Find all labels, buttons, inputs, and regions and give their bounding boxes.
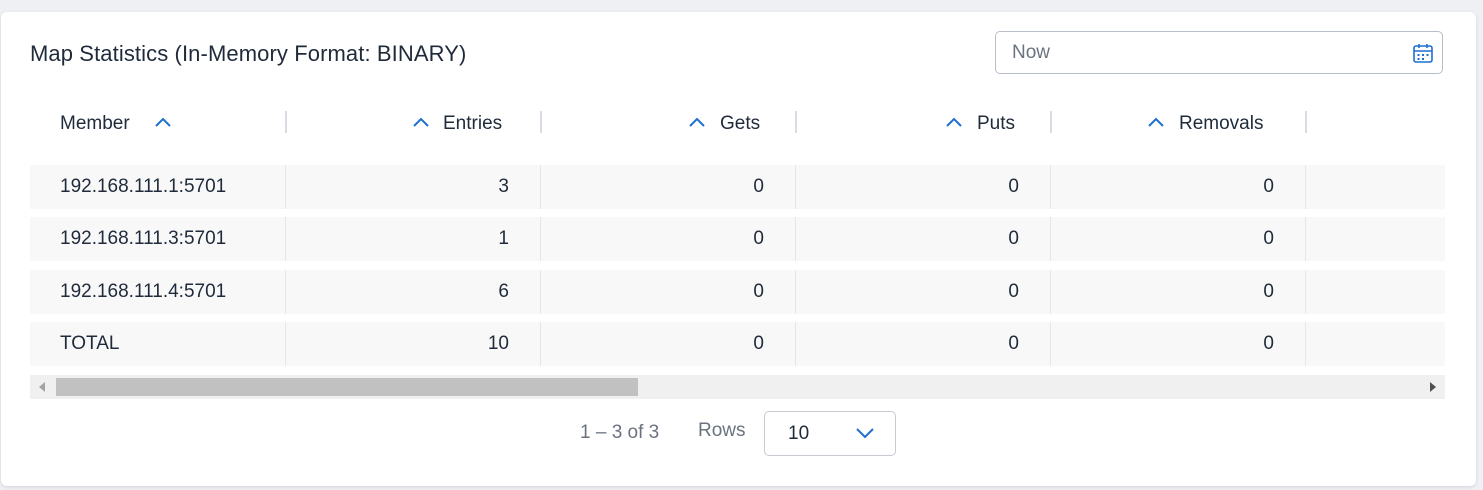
cell-gets: 0 bbox=[753, 228, 764, 249]
table-row: 192.168.111.3:5701 1 0 0 0 bbox=[30, 217, 1445, 261]
chevron-up-icon[interactable] bbox=[688, 115, 706, 129]
table-row: 192.168.111.1:5701 3 0 0 0 bbox=[30, 165, 1445, 209]
cell-removals: 0 bbox=[1263, 333, 1274, 354]
statistics-table: Member Entries Gets Puts Removals 192.16… bbox=[30, 100, 1445, 390]
cell-divider bbox=[1305, 217, 1306, 261]
cell-removals: 0 bbox=[1263, 281, 1274, 302]
cell-member: 192.168.111.3:5701 bbox=[60, 228, 227, 249]
pagination-range: 1 – 3 of 3 bbox=[580, 422, 660, 443]
cell-puts: 0 bbox=[1008, 333, 1019, 354]
cell-puts: 0 bbox=[1008, 281, 1019, 302]
column-header-puts[interactable]: Puts bbox=[795, 100, 1050, 148]
cell-entries: 6 bbox=[498, 281, 509, 302]
cell-divider bbox=[1305, 165, 1306, 209]
scroll-left-arrow-icon[interactable] bbox=[39, 382, 45, 392]
cell-removals: 0 bbox=[1263, 228, 1274, 249]
cell-puts: 0 bbox=[1008, 228, 1019, 249]
column-header-removals[interactable]: Removals bbox=[1050, 100, 1305, 148]
cell-entries: 10 bbox=[487, 333, 509, 354]
column-label-puts: Puts bbox=[977, 113, 1016, 134]
cell-member: 192.168.111.4:5701 bbox=[60, 281, 227, 302]
cell-member: 192.168.111.1:5701 bbox=[60, 176, 227, 197]
scrollbar-thumb[interactable] bbox=[56, 378, 638, 396]
cell-divider bbox=[1305, 322, 1306, 366]
cell-member: TOTAL bbox=[60, 333, 120, 354]
rows-per-page-select[interactable]: 10 bbox=[764, 411, 896, 456]
chevron-up-icon[interactable] bbox=[945, 115, 963, 129]
cell-gets: 0 bbox=[753, 176, 764, 197]
column-header-entries[interactable]: Entries bbox=[285, 100, 540, 148]
horizontal-scrollbar[interactable] bbox=[30, 375, 1445, 399]
cell-entries: 1 bbox=[498, 228, 509, 249]
column-label-entries: Entries bbox=[443, 113, 503, 134]
table-row-total: TOTAL 10 0 0 0 bbox=[30, 322, 1445, 366]
cell-removals: 0 bbox=[1263, 176, 1274, 197]
chevron-up-icon[interactable] bbox=[1147, 115, 1165, 129]
column-divider[interactable] bbox=[1305, 111, 1307, 133]
cell-puts: 0 bbox=[1008, 176, 1019, 197]
date-input-field[interactable] bbox=[1012, 41, 1392, 65]
cell-gets: 0 bbox=[753, 333, 764, 354]
rows-per-page-value: 10 bbox=[788, 423, 810, 444]
rows-per-page-label: Rows bbox=[698, 420, 746, 441]
cell-entries: 3 bbox=[498, 176, 509, 197]
chevron-down-icon[interactable] bbox=[855, 426, 875, 440]
cell-gets: 0 bbox=[753, 281, 764, 302]
column-label-member: Member bbox=[60, 113, 130, 134]
calendar-icon[interactable] bbox=[1412, 42, 1434, 64]
table-row: 192.168.111.4:5701 6 0 0 0 bbox=[30, 270, 1445, 314]
scroll-right-arrow-icon[interactable] bbox=[1430, 382, 1436, 392]
column-label-gets: Gets bbox=[720, 113, 761, 134]
column-label-removals: Removals bbox=[1179, 113, 1264, 134]
date-picker[interactable] bbox=[995, 31, 1443, 74]
chevron-up-icon[interactable] bbox=[412, 115, 430, 129]
cell-divider bbox=[1305, 270, 1306, 314]
column-header-gets[interactable]: Gets bbox=[540, 100, 795, 148]
chevron-up-icon[interactable] bbox=[154, 115, 172, 129]
column-header-member[interactable]: Member bbox=[30, 100, 285, 148]
table-header: Member Entries Gets Puts Removals bbox=[30, 100, 1445, 148]
panel-title: Map Statistics (In-Memory Format: BINARY… bbox=[30, 41, 467, 66]
